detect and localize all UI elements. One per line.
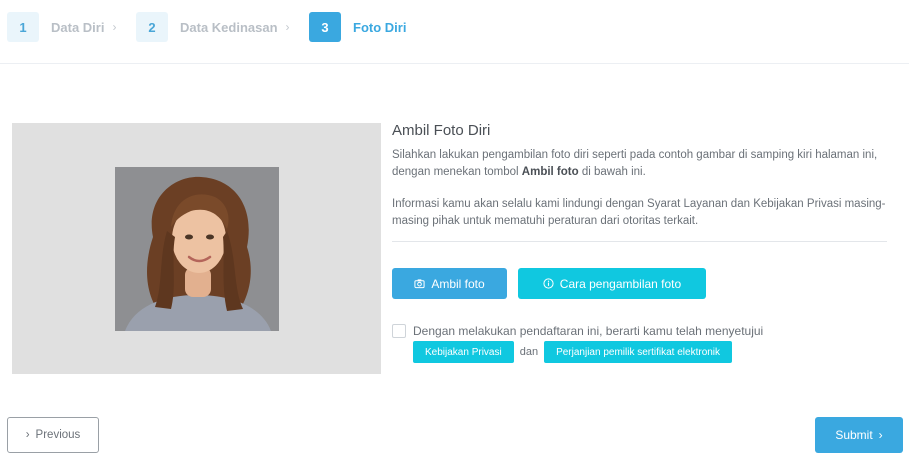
previous-label: Previous: [35, 429, 81, 441]
step-number: 3: [309, 12, 341, 42]
chevron-right-icon: ›: [25, 429, 30, 441]
chevron-right-icon: ›: [112, 20, 117, 34]
step-label: Foto Diri: [353, 19, 407, 35]
instructions-section: Ambil Foto Diri Silahkan lakukan pengamb…: [392, 122, 887, 242]
camera-icon: [414, 279, 425, 289]
info-circle-icon: [543, 278, 554, 289]
chevron-right-icon: ›: [285, 20, 290, 34]
portrait-illustration: [115, 167, 279, 331]
connector-text: dan: [519, 346, 539, 358]
step-label: Data Diri: [51, 19, 105, 35]
take-photo-label: Ambil foto: [431, 276, 485, 291]
consent-checkbox[interactable]: [392, 324, 406, 338]
chevron-right-icon: ›: [878, 428, 883, 442]
how-to-label: Cara pengambilan foto: [559, 276, 682, 291]
how-to-take-photo-button[interactable]: Cara pengambilan foto: [518, 268, 706, 299]
submit-button[interactable]: Submit ›: [815, 417, 903, 453]
step-foto-diri[interactable]: 3 Foto Diri: [309, 12, 406, 42]
consent-links: Kebijakan Privasi dan Perjanjian pemilik…: [413, 341, 872, 363]
photo-preview-panel: [12, 123, 381, 374]
stepper: 1 Data Diri › 2 Data Kedinasan › 3 Foto …: [0, 0, 909, 64]
previous-button[interactable]: › Previous: [7, 417, 99, 453]
divider: [392, 241, 887, 242]
privacy-policy-link[interactable]: Kebijakan Privasi: [413, 341, 514, 363]
action-buttons: Ambil foto Cara pengambilan foto: [392, 268, 706, 299]
consent-section: Dengan melakukan pendaftaran ini, berart…: [392, 323, 872, 363]
submit-label: Submit: [835, 428, 873, 442]
step-data-kedinasan[interactable]: 2 Data Kedinasan ›: [136, 12, 290, 42]
instruction-text: Silahkan lakukan pengambilan foto diri s…: [392, 147, 887, 181]
take-photo-button[interactable]: Ambil foto: [392, 268, 507, 299]
instruction-text-part: di bawah ini.: [578, 166, 646, 178]
consent-text: Dengan melakukan pendaftaran ini, berart…: [413, 324, 764, 338]
page-title: Ambil Foto Diri: [392, 122, 491, 139]
privacy-note: Informasi kamu akan selalu kami lindungi…: [392, 198, 886, 227]
sample-portrait-image: [115, 167, 279, 331]
step-label: Data Kedinasan: [180, 19, 278, 35]
instruction-text-bold: Ambil foto: [521, 166, 579, 178]
step-number: 1: [7, 12, 39, 42]
step-number: 2: [136, 12, 168, 42]
step-data-diri[interactable]: 1 Data Diri ›: [7, 12, 116, 42]
certificate-agreement-link[interactable]: Perjanjian pemilik sertifikat elektronik: [544, 341, 733, 363]
